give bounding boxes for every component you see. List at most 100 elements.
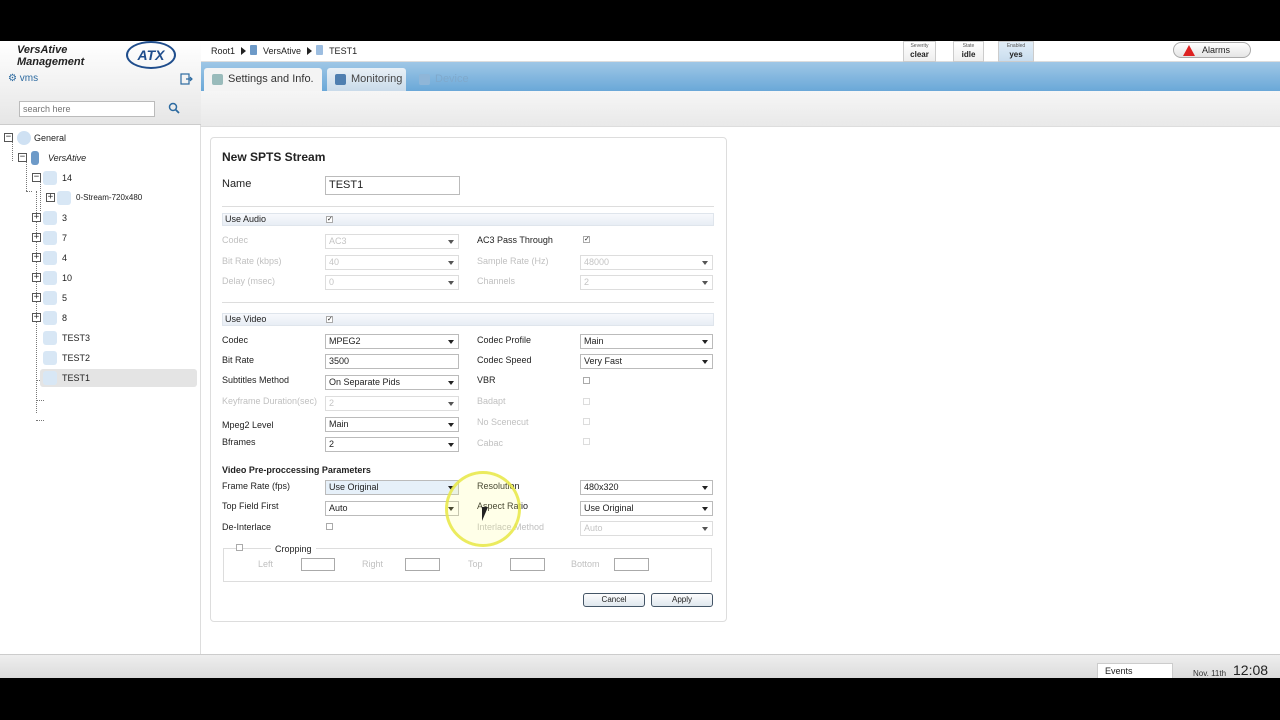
- aspect-ratio-select[interactable]: Use Original: [580, 501, 713, 516]
- tree-label: VersAtive: [48, 153, 87, 163]
- app-window: VersAtive Management ATX ⚙ vms search he…: [0, 41, 1280, 678]
- no-scenecut-checkbox: [583, 418, 590, 425]
- enabled-status: Enabled yes: [998, 41, 1034, 62]
- use-video-checkbox[interactable]: ✓: [326, 316, 333, 323]
- codec-profile-select[interactable]: Main: [580, 334, 713, 349]
- tab-settings[interactable]: Settings and Info.: [204, 68, 322, 91]
- tree-node-3[interactable]: + 3: [0, 209, 200, 227]
- status-label: Enabled: [1006, 43, 1026, 49]
- severity-status: Severity clear: [903, 41, 936, 62]
- device-icon: [31, 151, 39, 165]
- warning-icon: [1183, 45, 1195, 56]
- tree-node-7[interactable]: + 7: [0, 229, 200, 247]
- sample-rate-label: Sample Rate (Hz): [477, 256, 549, 266]
- video-bitrate-field[interactable]: 3500: [325, 354, 459, 369]
- stream-icon: [43, 351, 57, 365]
- cabac-checkbox: [583, 438, 590, 445]
- audio-bitrate-label: Bit Rate (kbps): [222, 256, 282, 266]
- top-field-first-select[interactable]: Auto: [325, 501, 459, 516]
- expand-icon[interactable]: +: [32, 253, 41, 262]
- collapse-icon[interactable]: −: [4, 133, 13, 142]
- tree-node-8[interactable]: + 8: [0, 309, 200, 327]
- top-bar: Root1 VersAtive TEST1 Severity clear State…: [201, 41, 1280, 62]
- tree-node-5[interactable]: + 5: [0, 289, 200, 307]
- breadcrumb-root[interactable]: Root1: [211, 46, 235, 56]
- vbr-checkbox[interactable]: [583, 377, 590, 384]
- tree-node-general[interactable]: − General: [0, 129, 200, 147]
- expand-icon[interactable]: +: [32, 293, 41, 302]
- stream-icon: [43, 171, 57, 185]
- tree-label: 3: [62, 213, 68, 223]
- brand-line2: Management: [17, 56, 85, 68]
- deinterlace-method-select: Auto: [580, 521, 713, 536]
- codec-speed-label: Codec Speed: [477, 355, 532, 365]
- state-status: State idle: [953, 41, 984, 62]
- mpeg2-level-select[interactable]: Main: [325, 417, 459, 432]
- breadcrumb-current: TEST1: [329, 46, 358, 56]
- tree-node-10[interactable]: + 10: [0, 269, 200, 287]
- breadcrumb: Root1 VersAtive TEST1: [211, 45, 361, 56]
- subtitles-method-select[interactable]: On Separate Pids: [325, 375, 459, 390]
- video-codec-select[interactable]: MPEG2: [325, 334, 459, 349]
- tree-label: 0-Stream-720x480: [76, 193, 143, 202]
- tree-node-14[interactable]: − 14: [0, 169, 200, 187]
- video-codec-label: Codec: [222, 335, 249, 345]
- frame-rate-select[interactable]: Use Original: [325, 480, 459, 495]
- search-icon[interactable]: [168, 102, 180, 114]
- collapse-icon[interactable]: −: [18, 153, 27, 162]
- expand-icon[interactable]: +: [46, 193, 55, 202]
- expand-icon[interactable]: +: [32, 233, 41, 242]
- tab-monitoring[interactable]: Monitoring: [327, 68, 406, 91]
- name-label: Name: [222, 178, 252, 190]
- form-title: New SPTS Stream: [222, 150, 326, 164]
- deinterlace-label: De-Interlace: [222, 522, 272, 532]
- bframes-select[interactable]: 2: [325, 437, 459, 452]
- tree-label: 8: [62, 313, 68, 323]
- use-audio-checkbox[interactable]: ✓: [326, 216, 333, 223]
- crop-right-field[interactable]: [405, 558, 440, 571]
- video-bitrate-label: Bit Rate: [222, 355, 255, 365]
- tree-node-test3[interactable]: TEST3: [0, 329, 200, 347]
- tree-node-test1-selected[interactable]: TEST1: [40, 369, 197, 387]
- cropping-label: Cropping: [271, 544, 316, 554]
- tree-node-stream[interactable]: + 0-Stream-720x480: [0, 189, 200, 207]
- name-field[interactable]: TEST1: [325, 176, 460, 195]
- breadcrumb-device[interactable]: VersAtive: [263, 46, 301, 56]
- video-icon: [57, 191, 71, 205]
- keyframe-duration-label: Keyframe Duration(sec): [222, 396, 318, 406]
- expand-icon[interactable]: +: [32, 213, 41, 222]
- tree-node-test2[interactable]: TEST2: [0, 349, 200, 367]
- tree-label: General: [34, 133, 67, 143]
- resolution-select[interactable]: 480x320: [580, 480, 713, 495]
- crop-bottom-field[interactable]: [614, 558, 649, 571]
- search-input[interactable]: [19, 101, 155, 117]
- channels-select: 2: [580, 275, 713, 290]
- expand-icon[interactable]: +: [32, 273, 41, 282]
- apply-button[interactable]: Apply: [651, 593, 713, 607]
- tree-node-versative[interactable]: − VersAtive: [0, 149, 200, 167]
- cancel-button[interactable]: Cancel: [583, 593, 645, 607]
- tree-node-4[interactable]: + 4: [0, 249, 200, 267]
- cropping-checkbox[interactable]: [236, 544, 243, 551]
- collapse-icon[interactable]: −: [32, 173, 41, 182]
- deinterlace-checkbox[interactable]: [326, 523, 333, 530]
- crop-right-label: Right: [362, 559, 384, 569]
- logout-icon[interactable]: [180, 73, 193, 85]
- tab-label: Device: [435, 73, 469, 85]
- alarms-button[interactable]: Alarms: [1173, 42, 1251, 58]
- stream-icon: [43, 231, 57, 245]
- chart-icon: [335, 74, 346, 85]
- status-value: clear: [910, 50, 929, 59]
- badapt-checkbox: [583, 398, 590, 405]
- ac3-passthrough-checkbox[interactable]: ✓: [583, 236, 590, 243]
- no-scenecut-label: No Scenecut: [477, 417, 529, 427]
- tab-label: Settings and Info.: [228, 73, 314, 85]
- tree-label: 14: [62, 173, 73, 183]
- expand-icon[interactable]: +: [32, 313, 41, 322]
- crop-top-field[interactable]: [510, 558, 545, 571]
- user-menu[interactable]: ⚙ vms: [8, 73, 38, 84]
- events-button[interactable]: Events: [1097, 663, 1173, 678]
- codec-speed-select[interactable]: Very Fast: [580, 354, 713, 369]
- crop-left-field[interactable]: [301, 558, 335, 571]
- atx-logo: ATX: [126, 41, 176, 69]
